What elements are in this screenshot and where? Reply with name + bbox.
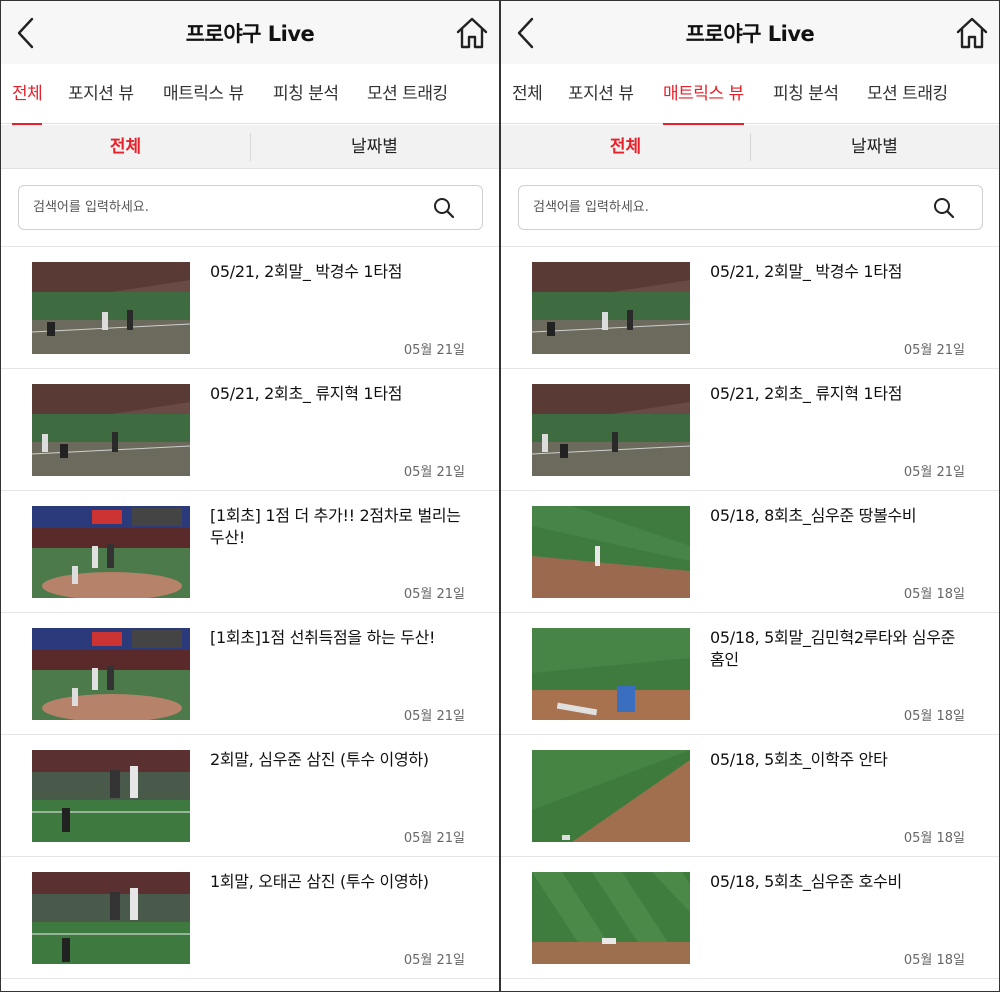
- tab-1[interactable]: 포지션 뷰: [568, 64, 634, 124]
- item-date: 05월 21일: [403, 831, 465, 846]
- list-item[interactable]: [1회초]1점 선취득점을 하는 두산! 05월 21일: [1, 613, 499, 735]
- subtab-divider: [250, 133, 251, 161]
- list-item[interactable]: 05/21, 2회초_ 류지혁 1타점 05월 21일: [1, 369, 499, 491]
- tab-2[interactable]: 매트릭스 뷰: [163, 64, 244, 124]
- video-thumbnail[interactable]: [32, 384, 190, 476]
- video-list: 05/21, 2회말_ 박경수 1타점 05월 21일 05/21, 2회초_ 류…: [1, 247, 499, 979]
- video-thumbnail[interactable]: [532, 872, 690, 964]
- tab-0[interactable]: 전체: [512, 64, 543, 124]
- item-title: 05/21, 2회초_ 류지혁 1타점: [710, 384, 903, 403]
- subtab-all[interactable]: 전체: [1, 125, 250, 169]
- search-icon[interactable]: [932, 196, 956, 220]
- item-title: 05/21, 2회말_ 박경수 1타점: [710, 262, 903, 281]
- list-item[interactable]: 05/21, 2회초_ 류지혁 1타점 05월 21일: [501, 369, 999, 491]
- search-input[interactable]: [533, 186, 913, 229]
- category-tabs: 전체 포지션 뷰 매트릭스 뷰 피칭 분석 모션 트래킹: [501, 64, 999, 125]
- video-thumbnail[interactable]: [532, 262, 690, 354]
- subtab-divider: [750, 133, 751, 161]
- tab-0[interactable]: 전체: [12, 64, 43, 125]
- list-item[interactable]: 05/18, 5회말_김민혁2루타와 심우준 홈인 05월 18일: [501, 613, 999, 735]
- screen-divider: [499, 0, 501, 992]
- list-item[interactable]: 05/21, 2회말_ 박경수 1타점 05월 21일: [501, 247, 999, 369]
- subtab-all[interactable]: 전체: [501, 125, 750, 169]
- list-item[interactable]: 05/21, 2회말_ 박경수 1타점 05월 21일: [1, 247, 499, 369]
- item-title: [1회초]1점 선취득점을 하는 두산!: [210, 628, 436, 647]
- video-thumbnail[interactable]: [32, 750, 190, 842]
- item-title: 05/18, 5회초_심우준 호수비: [710, 872, 902, 891]
- video-thumbnail[interactable]: [32, 628, 190, 720]
- item-title: 2회말, 심우준 삼진 (투수 이영하): [210, 750, 429, 769]
- item-date: 05월 21일: [403, 587, 465, 602]
- item-title: 05/18, 5회초_이학주 안타: [710, 750, 888, 769]
- screen-right: 프로야구 Live전체포지션 뷰매트릭스 뷰피칭 분석모션 트래킹전체날짜별 0…: [501, 1, 999, 991]
- list-item[interactable]: 05/18, 5회초_심우준 호수비 05월 18일: [501, 857, 999, 979]
- screen-left: 프로야구 Live전체포지션 뷰매트릭스 뷰피칭 분석모션 트래킹전체날짜별 0…: [1, 1, 499, 991]
- category-tabs: 전체 포지션 뷰 매트릭스 뷰 피칭 분석 모션 트래킹: [1, 64, 499, 125]
- video-thumbnail[interactable]: [32, 506, 190, 598]
- video-thumbnail[interactable]: [32, 872, 190, 964]
- video-thumbnail[interactable]: [532, 628, 690, 720]
- tab-4[interactable]: 모션 트래킹: [367, 64, 448, 124]
- item-title: 05/21, 2회말_ 박경수 1타점: [210, 262, 403, 281]
- app-title: 프로야구 Live: [185, 22, 315, 46]
- list-item[interactable]: 05/18, 8회초_심우준 땅볼수비 05월 18일: [501, 491, 999, 613]
- item-date: 05월 21일: [403, 709, 465, 724]
- item-date: 05월 18일: [903, 953, 965, 968]
- home-button[interactable]: [455, 15, 489, 51]
- list-item[interactable]: 05/18, 5회초_이학주 안타 05월 18일: [501, 735, 999, 857]
- home-icon: [956, 17, 988, 49]
- item-title: [1회초] 1점 더 추가!! 2점차로 벌리는 두산!: [210, 506, 461, 547]
- item-title: 1회말, 오태곤 삼진 (투수 이영하): [210, 872, 429, 891]
- video-thumbnail[interactable]: [532, 506, 690, 598]
- list-item[interactable]: 1회말, 오태곤 삼진 (투수 이영하) 05월 21일: [1, 857, 499, 979]
- home-button[interactable]: [955, 15, 989, 51]
- subtab-by-date[interactable]: 날짜별: [250, 125, 499, 169]
- app-title: 프로야구 Live: [685, 22, 815, 46]
- item-title: 05/21, 2회초_ 류지혁 1타점: [210, 384, 403, 403]
- item-date: 05월 21일: [903, 465, 965, 480]
- search-input[interactable]: [33, 186, 413, 229]
- video-thumbnail[interactable]: [32, 262, 190, 354]
- filter-subtabs: 전체 날짜별: [1, 125, 499, 169]
- subtab-by-date[interactable]: 날짜별: [750, 125, 999, 169]
- app-header: 프로야구 Live: [1, 1, 499, 64]
- search-box[interactable]: [518, 185, 983, 230]
- item-date: 05월 21일: [403, 465, 465, 480]
- video-thumbnail[interactable]: [532, 384, 690, 476]
- item-date: 05월 21일: [903, 343, 965, 358]
- item-title: 05/18, 8회초_심우준 땅볼수비: [710, 506, 917, 525]
- app-header: 프로야구 Live: [501, 1, 999, 64]
- filter-subtabs: 전체 날짜별: [501, 125, 999, 169]
- item-date: 05월 21일: [403, 343, 465, 358]
- search-bar: [501, 169, 999, 247]
- tab-1[interactable]: 포지션 뷰: [68, 64, 134, 124]
- video-list: 05/21, 2회말_ 박경수 1타점 05월 21일 05/21, 2회초_ 류…: [501, 247, 999, 979]
- home-icon: [456, 17, 488, 49]
- tab-4[interactable]: 모션 트래킹: [867, 64, 948, 124]
- search-bar: [1, 169, 499, 247]
- list-item[interactable]: 2회말, 심우준 삼진 (투수 이영하) 05월 21일: [1, 735, 499, 857]
- tab-2[interactable]: 매트릭스 뷰: [663, 64, 744, 125]
- search-box[interactable]: [18, 185, 483, 230]
- search-icon[interactable]: [432, 196, 456, 220]
- item-date: 05월 18일: [903, 587, 965, 602]
- item-title: 05/18, 5회말_김민혁2루타와 심우준 홈인: [710, 628, 956, 669]
- item-date: 05월 21일: [403, 953, 465, 968]
- tab-3[interactable]: 피칭 분석: [273, 64, 339, 124]
- tab-3[interactable]: 피칭 분석: [773, 64, 839, 124]
- list-item[interactable]: [1회초] 1점 더 추가!! 2점차로 벌리는 두산! 05월 21일: [1, 491, 499, 613]
- item-date: 05월 18일: [903, 709, 965, 724]
- video-thumbnail[interactable]: [532, 750, 690, 842]
- item-date: 05월 18일: [903, 831, 965, 846]
